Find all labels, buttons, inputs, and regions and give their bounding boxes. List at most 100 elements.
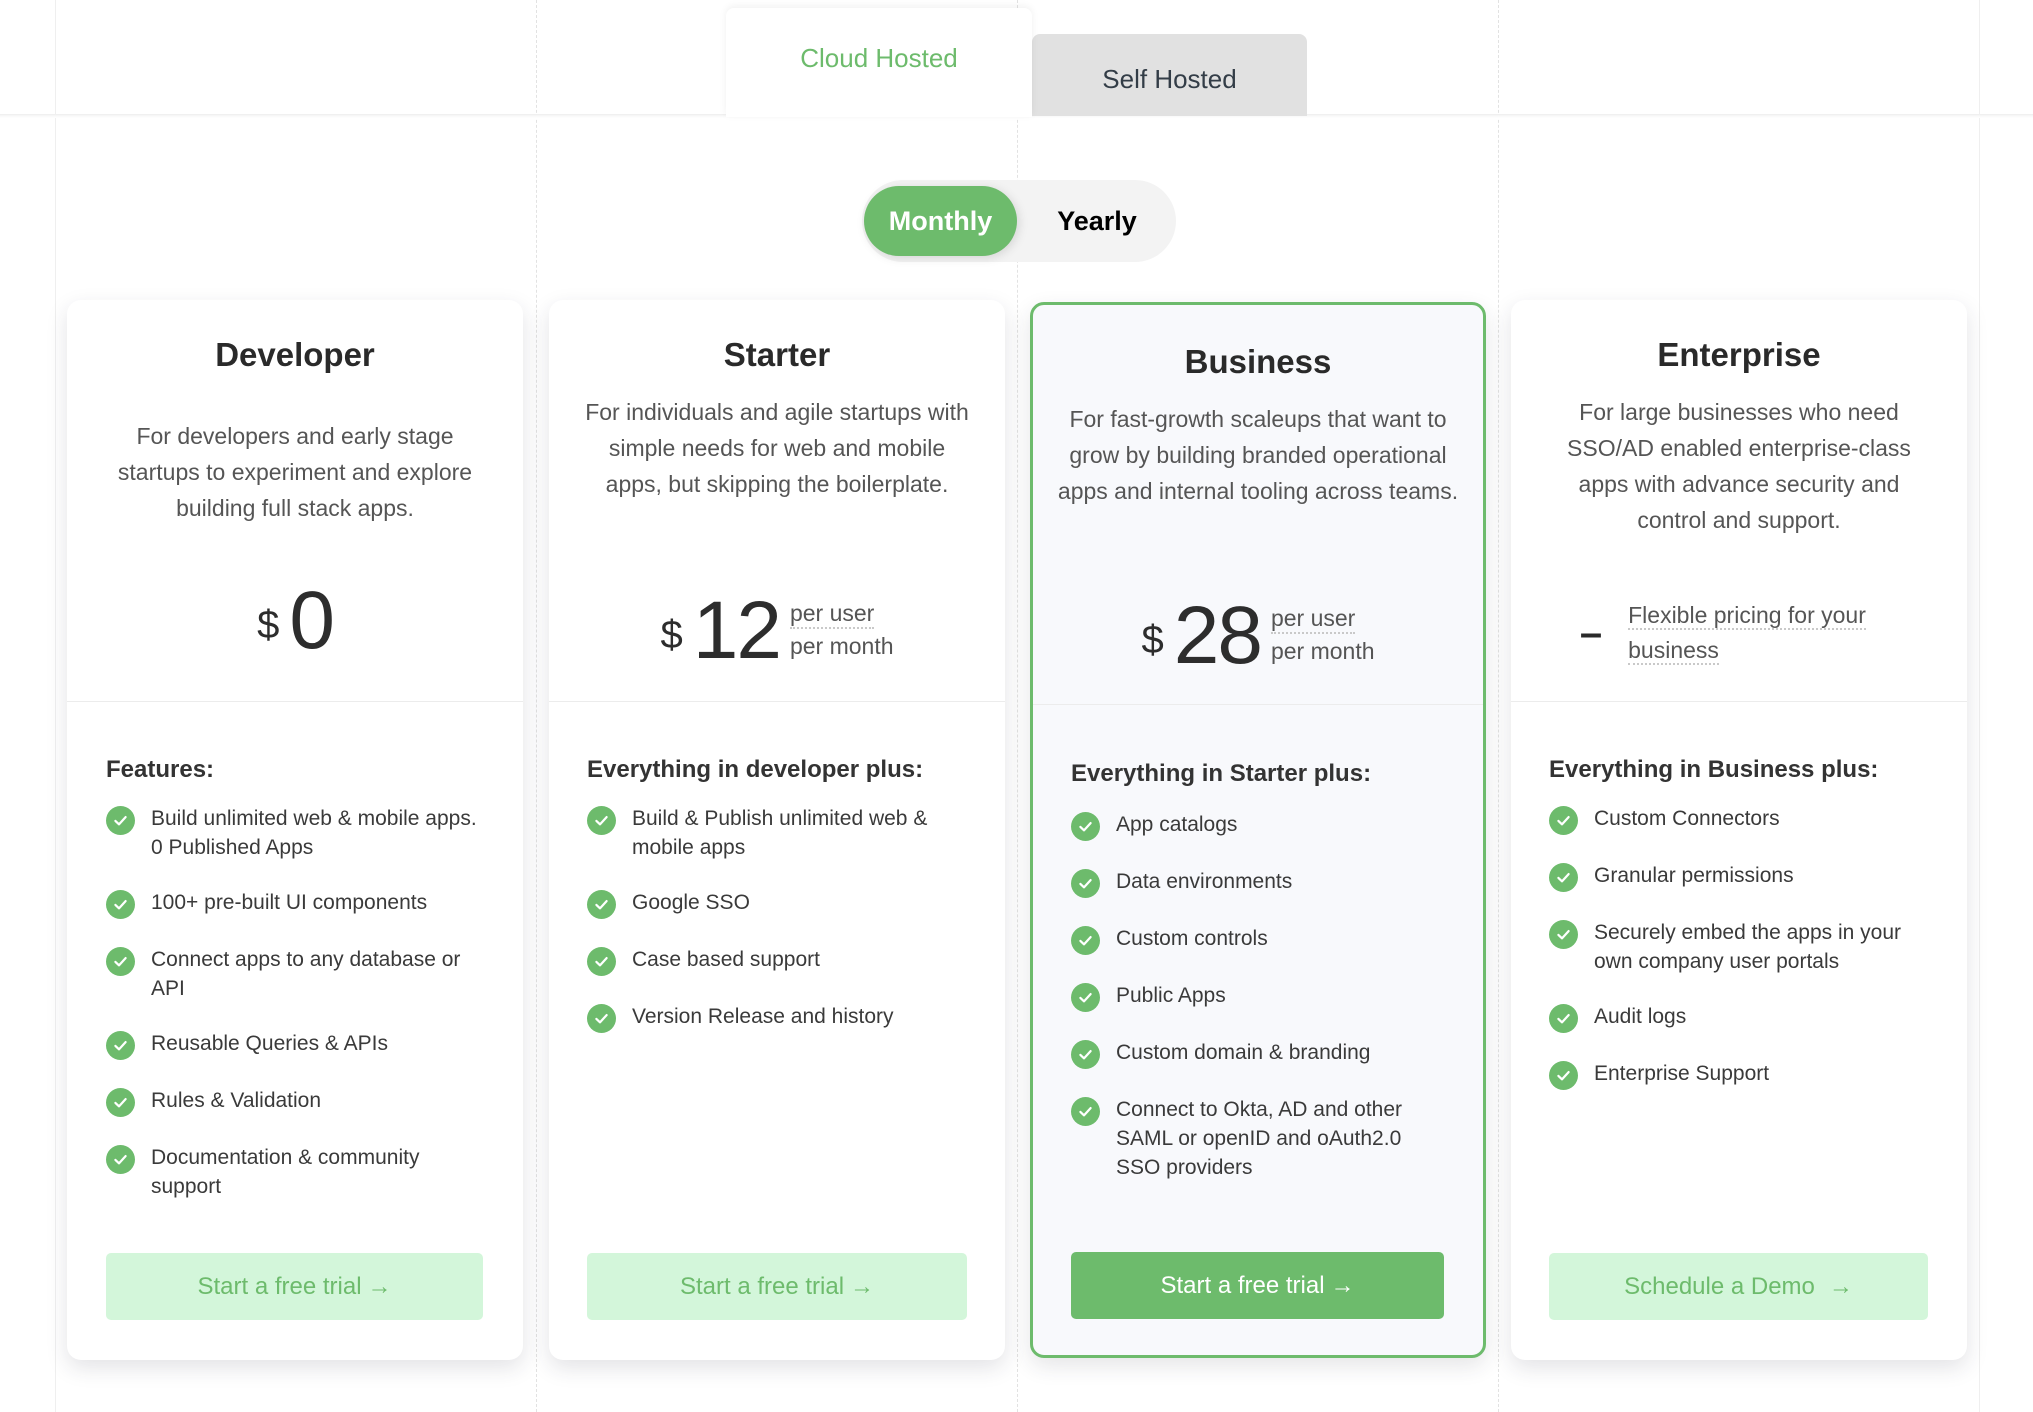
check-circle-icon <box>1071 983 1100 1012</box>
feature-item: Custom controls <box>1071 924 1451 955</box>
plan-name: Business <box>1184 343 1332 380</box>
tab-cloud-hosted-label: Cloud Hosted <box>800 43 958 73</box>
plan-card-header: Business For fast-growth scaleups that w… <box>1033 305 1483 705</box>
features-title: Everything in Business plus: <box>1549 756 1879 783</box>
feature-list: Build & Publish unlimited web & mobile a… <box>587 804 967 1059</box>
feature-item: Case based support <box>587 945 967 976</box>
feature-text: Enterprise Support <box>1594 1062 1770 1085</box>
billing-monthly-option[interactable]: Monthly <box>864 186 1017 256</box>
feature-item: Granular permissions <box>1549 861 1934 892</box>
check-circle-icon <box>106 806 135 835</box>
feature-item: Custom Connectors <box>1549 804 1934 835</box>
guide-line-right <box>1979 0 1980 1412</box>
plan-card-header: Enterprise For large businesses who need… <box>1511 300 1967 702</box>
arrow-right-icon: → <box>367 1272 392 1300</box>
feature-text: Case based support <box>632 948 820 971</box>
plan-card-header: Starter For individuals and agile startu… <box>549 300 1005 702</box>
check-circle-icon <box>106 1145 135 1174</box>
plan-description: For fast-growth scaleups that want to gr… <box>1057 406 1459 504</box>
cta-label: Schedule a Demo <box>1624 1272 1815 1300</box>
feature-text: Version Release and history <box>632 1005 894 1028</box>
feature-text: Build & Publish unlimited web & mobile a… <box>632 807 928 859</box>
plan-name: Enterprise <box>1657 336 1821 373</box>
features-title: Everything in Starter plus: <box>1071 760 1372 787</box>
feature-list: Custom Connectors Granular permissions Sec… <box>1549 804 1934 1116</box>
features-title: Everything in developer plus: <box>587 756 924 783</box>
feature-text: Connect to Okta, AD and other SAML or op… <box>1116 1098 1403 1179</box>
check-circle-icon <box>1549 806 1578 835</box>
start-free-trial-button[interactable]: Start a free trial → <box>587 1253 967 1320</box>
price-unit-user: per user <box>789 599 875 629</box>
price-amount: 12 <box>692 585 782 676</box>
schedule-demo-button[interactable]: Schedule a Demo → <box>1549 1253 1928 1320</box>
check-circle-icon <box>587 890 616 919</box>
check-circle-icon <box>1549 863 1578 892</box>
feature-text: 100+ pre-built UI components <box>151 891 428 914</box>
cta-label: Start a free trial <box>679 1272 845 1300</box>
feature-item: Connect to Okta, AD and other SAML or op… <box>1071 1095 1451 1182</box>
feature-item: Data environments <box>1071 867 1451 898</box>
feature-item: App catalogs <box>1071 810 1451 841</box>
check-circle-icon <box>1071 926 1100 955</box>
check-circle-icon <box>1071 1040 1100 1069</box>
price-dash: – <box>1579 610 1603 655</box>
start-free-trial-button[interactable]: Start a free trial → <box>1071 1252 1444 1319</box>
plan-price: – Flexible pricing for your business <box>1511 598 1967 668</box>
plan-card-business: Business For fast-growth scaleups that w… <box>1030 302 1486 1358</box>
feature-list: Build unlimited web & mobile apps. 0 Pub… <box>106 804 486 1227</box>
plan-description: For large businesses who need SSO/AD ena… <box>1567 399 1911 533</box>
plan-card-header: Developer For developers and early stage… <box>67 300 523 702</box>
billing-yearly-option[interactable]: Yearly <box>1022 186 1172 256</box>
feature-text: Documentation & community support <box>151 1146 420 1198</box>
check-circle-icon <box>587 947 616 976</box>
guide-line-dashed-3 <box>1498 0 1499 1412</box>
price-amount: 28 <box>1173 590 1263 681</box>
check-circle-icon <box>106 947 135 976</box>
tab-self-hosted-label: Self Hosted <box>1102 63 1237 94</box>
plan-description: For developers and early stage startups … <box>117 423 473 521</box>
check-circle-icon <box>1549 1004 1578 1033</box>
feature-item: Build unlimited web & mobile apps. 0 Pub… <box>106 804 486 862</box>
check-circle-icon <box>106 1088 135 1117</box>
price-flexible-text: Flexible pricing for your business <box>1628 602 1866 665</box>
check-circle-icon <box>1549 920 1578 949</box>
features-title: Features: <box>106 756 215 783</box>
tab-cloud-hosted[interactable]: Cloud Hosted <box>726 8 1032 117</box>
check-circle-icon <box>587 1004 616 1033</box>
plan-card-enterprise: Enterprise For large businesses who need… <box>1511 300 1967 1360</box>
feature-item: Audit logs <box>1549 1002 1934 1033</box>
arrow-right-icon: → <box>850 1272 875 1300</box>
tab-self-hosted[interactable]: Self Hosted <box>1032 34 1307 116</box>
feature-text: Custom Connectors <box>1594 807 1780 830</box>
cta-label: Start a free trial <box>1160 1271 1325 1299</box>
feature-text: Google SSO <box>632 891 750 914</box>
feature-item: Rules & Validation <box>106 1086 486 1117</box>
feature-item: Build & Publish unlimited web & mobile a… <box>587 804 967 862</box>
price-currency: $ <box>257 602 280 647</box>
plan-price: $ 28 per user per month <box>1033 595 1483 677</box>
feature-text: Public Apps <box>1116 984 1226 1007</box>
plan-name: Developer <box>215 336 375 373</box>
feature-item: Enterprise Support <box>1549 1059 1934 1090</box>
guide-line-left <box>55 0 56 1412</box>
feature-text: Reusable Queries & APIs <box>151 1032 388 1055</box>
feature-text: Custom domain & branding <box>1116 1041 1371 1064</box>
plan-card-starter: Starter For individuals and agile startu… <box>549 300 1005 1360</box>
check-circle-icon <box>106 890 135 919</box>
feature-text: Securely embed the apps in your own comp… <box>1594 921 1902 973</box>
feature-item: Reusable Queries & APIs <box>106 1029 486 1060</box>
feature-item: Connect apps to any database or API <box>106 945 486 1003</box>
billing-period-toggle: Monthly Yearly <box>862 180 1176 262</box>
feature-item: Public Apps <box>1071 981 1451 1012</box>
arrow-right-icon: → <box>1330 1271 1355 1299</box>
check-circle-icon <box>1071 812 1100 841</box>
feature-text: Data environments <box>1116 870 1293 893</box>
plan-card-developer: Developer For developers and early stage… <box>67 300 523 1360</box>
plan-price: $ 12 per user per month <box>549 590 1005 672</box>
plan-price: $ 0 <box>67 580 523 662</box>
feature-list: App catalogs Data environments Custom cont… <box>1071 810 1451 1208</box>
price-unit: per user per month <box>789 599 894 663</box>
price-currency: $ <box>1141 617 1164 662</box>
start-free-trial-button[interactable]: Start a free trial → <box>106 1253 483 1320</box>
cta-label: Start a free trial <box>197 1272 362 1300</box>
